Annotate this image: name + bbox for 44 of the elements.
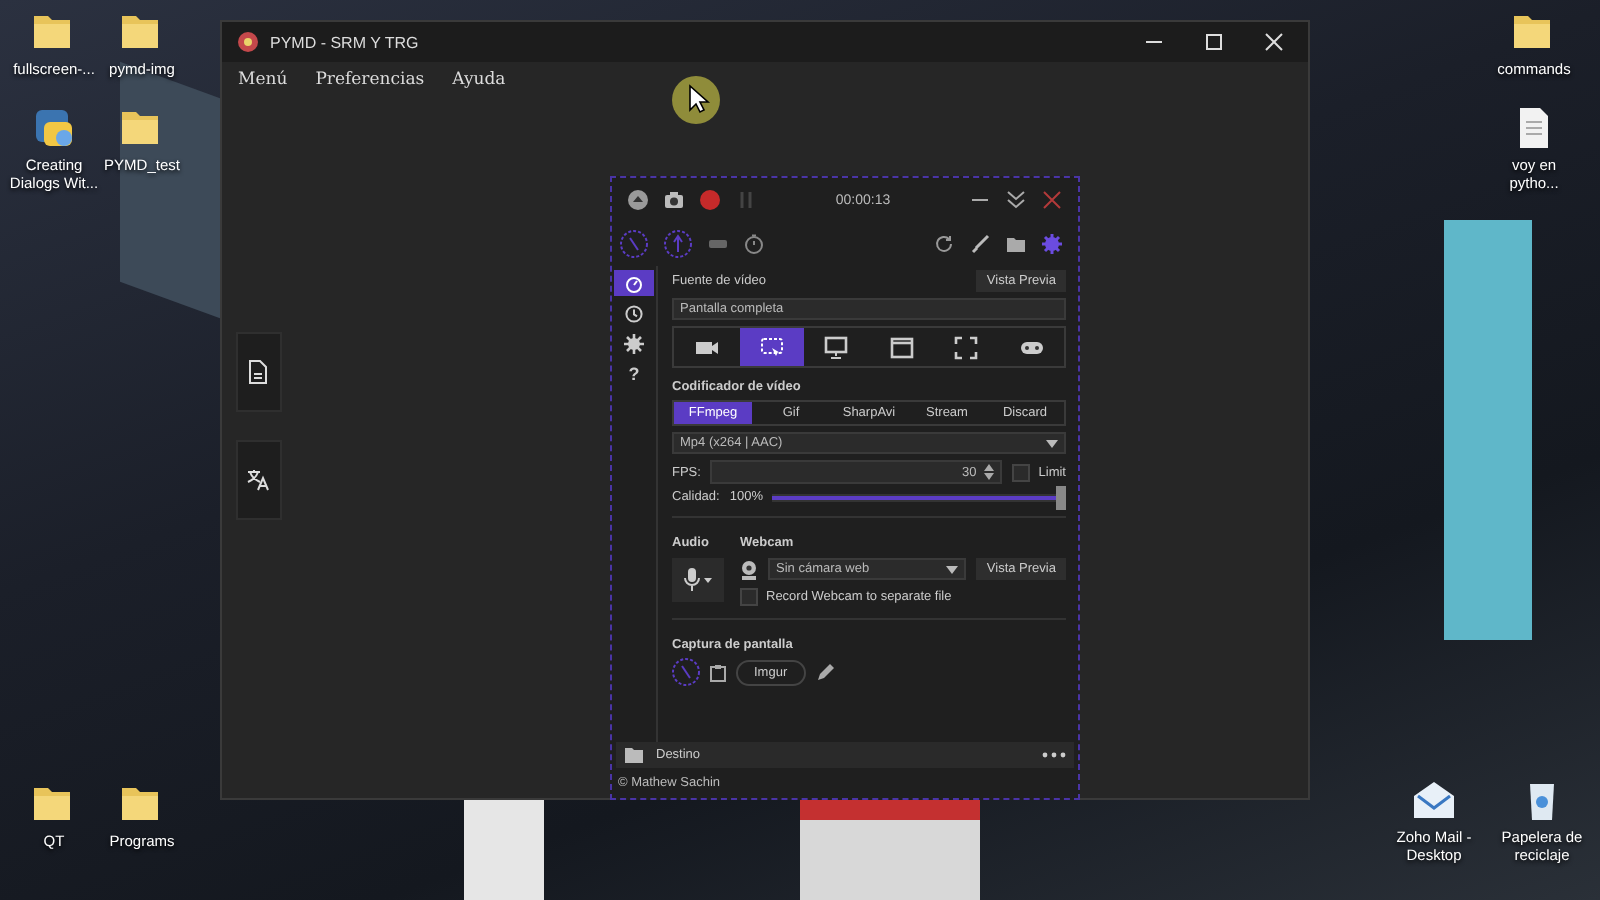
microphone-icon xyxy=(684,568,712,592)
document-button[interactable] xyxy=(235,332,281,412)
translate-icon xyxy=(246,468,270,492)
brush-icon[interactable] xyxy=(970,234,990,254)
settings-icon xyxy=(624,333,644,353)
screen-icon xyxy=(824,335,849,359)
settings-icon[interactable] xyxy=(1042,234,1062,254)
camera-icon[interactable] xyxy=(664,190,684,210)
window-icon xyxy=(889,335,914,359)
mail-icon[interactable] xyxy=(1410,776,1458,824)
region-source-button[interactable] xyxy=(739,328,804,366)
click-toggle-icon[interactable] xyxy=(664,230,692,258)
timer-icon[interactable] xyxy=(744,234,764,254)
menu-item[interactable]: Menú xyxy=(238,70,288,90)
help-tab[interactable]: ? xyxy=(614,360,654,386)
caret-icon xyxy=(946,565,959,573)
caret-icon xyxy=(1046,439,1058,447)
refresh-icon[interactable] xyxy=(934,234,954,254)
maximize-icon[interactable] xyxy=(1204,32,1224,52)
microphone-button[interactable] xyxy=(672,558,724,602)
limit-checkbox[interactable] xyxy=(1012,463,1031,481)
menu-item[interactable]: Preferencias xyxy=(315,70,425,90)
translate-button[interactable] xyxy=(235,440,281,520)
more-icon[interactable] xyxy=(1042,752,1066,758)
fullscreen-icon xyxy=(954,335,979,359)
folder-icon[interactable] xyxy=(624,746,644,764)
cursor-icon xyxy=(672,76,720,124)
region-icon xyxy=(759,335,784,359)
window-title: PYMD - SRM Y TRG xyxy=(270,33,421,51)
folder-icon[interactable] xyxy=(1006,234,1026,254)
record-icon[interactable] xyxy=(700,190,720,210)
app-logo-icon xyxy=(238,32,258,52)
collapse-icon[interactable] xyxy=(1006,190,1026,210)
menu-item[interactable]: Ayuda xyxy=(452,70,506,90)
spinner-icon xyxy=(984,464,995,480)
clipboard-icon[interactable] xyxy=(710,663,726,681)
home-tab[interactable] xyxy=(614,270,654,296)
pencil-icon[interactable] xyxy=(815,663,834,681)
python-icon[interactable] xyxy=(30,104,78,152)
eject-icon[interactable] xyxy=(628,190,648,210)
webcam-icon xyxy=(740,559,758,579)
separate-file-checkbox[interactable] xyxy=(740,588,758,606)
document-icon xyxy=(248,360,268,384)
history-icon xyxy=(624,303,644,323)
